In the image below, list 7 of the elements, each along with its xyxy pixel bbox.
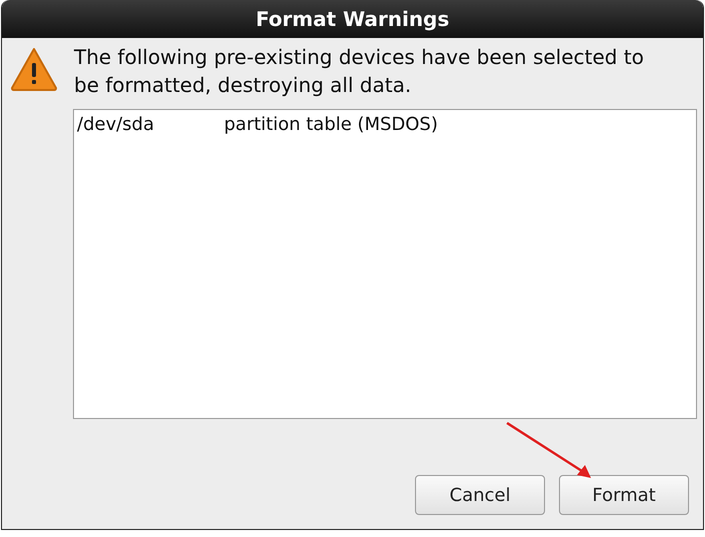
device-description: partition table (MSDOS)	[224, 113, 438, 137]
warning-icon	[10, 46, 58, 92]
device-name: /dev/sda	[77, 113, 156, 137]
dialog-button[interactable]: Cancel	[415, 475, 545, 515]
warning-message: The following pre-existing devices have been selected to be formatted, destroying all data.	[74, 44, 645, 99]
window-title: Format Warnings	[2, 0, 703, 38]
dialog-button[interactable]: Format	[559, 475, 689, 515]
